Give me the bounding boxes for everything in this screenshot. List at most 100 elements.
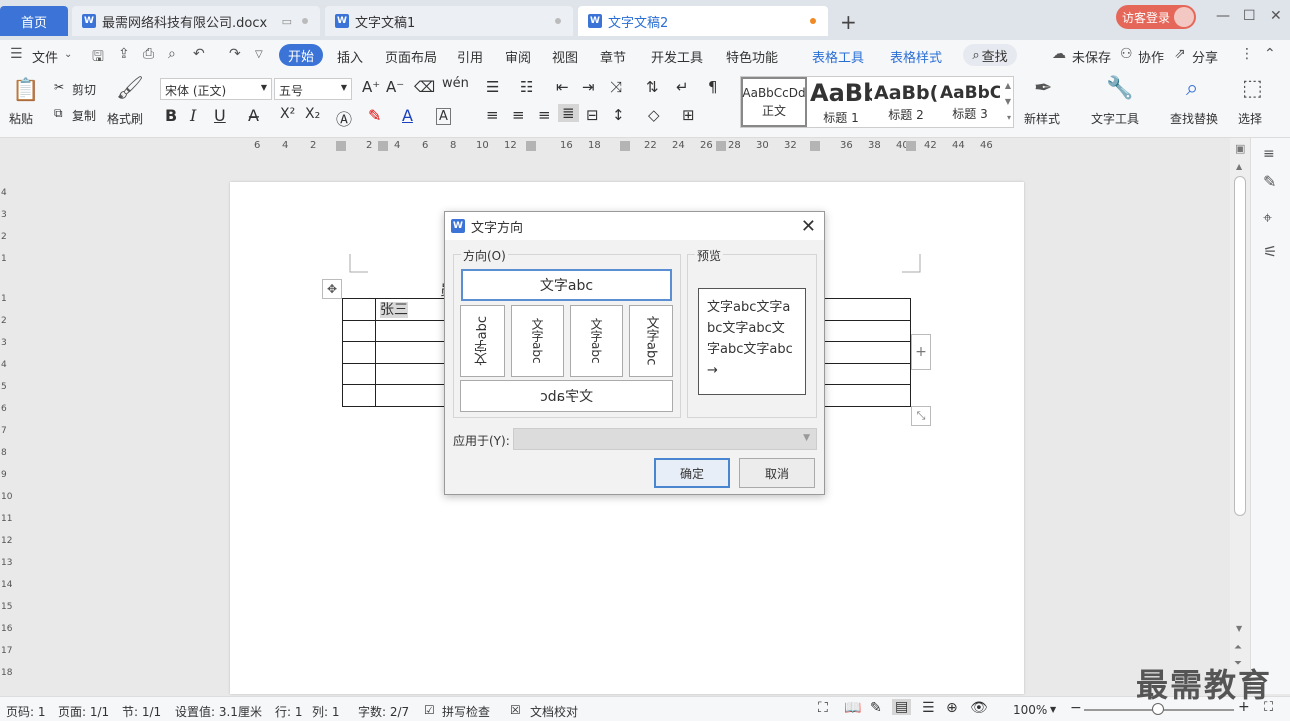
borders-icon[interactable]: ⊞ — [682, 106, 695, 124]
direction-option-rotate-down[interactable]: 文字abc — [629, 305, 673, 377]
ruler-column-marker[interactable] — [336, 141, 346, 151]
tab-home[interactable]: 首页 — [0, 6, 68, 36]
menu-table-style[interactable]: 表格样式 — [890, 47, 942, 66]
zoom-level[interactable]: 100% — [1013, 703, 1047, 717]
fullscreen-icon[interactable]: ⛶ — [818, 700, 828, 716]
table-cell[interactable] — [342, 341, 376, 364]
table-cell[interactable] — [342, 298, 376, 321]
line-spacing-icon[interactable]: ↕ — [612, 106, 625, 124]
style-scroll-up-icon[interactable]: ▲ — [1005, 81, 1011, 90]
direction-option-upside-down[interactable]: 文字abc — [460, 380, 673, 412]
status-words[interactable]: 字数: 2/7 — [358, 703, 409, 720]
status-setting[interactable]: 设置值: 3.1厘米 — [175, 703, 262, 720]
quick-access-dropdown-icon[interactable]: ▽ — [255, 49, 263, 60]
undo-icon[interactable]: ↶ — [193, 46, 205, 62]
new-style-icon[interactable]: ✒ — [1034, 76, 1052, 101]
print-preview-icon[interactable]: ⌕ — [168, 46, 176, 62]
style-normal[interactable]: AaBbCcDd 正文 — [741, 77, 807, 127]
clear-format-icon[interactable]: ⌫ — [414, 78, 435, 96]
status-pages[interactable]: 页面: 1/1 — [58, 703, 109, 720]
tab-doc-1[interactable]: W 最需网络科技有限公司.docx ▭ — [72, 6, 320, 36]
direction-option-vertical-ltr[interactable]: 文字abc — [511, 305, 564, 377]
strikethrough-icon[interactable]: A̶ — [248, 106, 259, 125]
text-tools-button[interactable]: 文字工具 — [1091, 110, 1139, 127]
menu-developer[interactable]: 开发工具 — [651, 47, 703, 66]
decrease-indent-icon[interactable]: ⇤ — [556, 78, 569, 96]
bold-icon[interactable]: B — [165, 106, 177, 125]
text-direction-icon[interactable]: ⤨ — [610, 78, 622, 96]
status-section[interactable]: 节: 1/1 — [122, 703, 161, 720]
style-heading-3[interactable]: AaBbC 标题 3 — [939, 77, 1001, 127]
more-icon[interactable]: ⋮ — [1240, 46, 1254, 62]
menu-insert[interactable]: 插入 — [337, 47, 363, 66]
unsaved-status[interactable]: 未保存 — [1072, 47, 1111, 66]
page-view-icon[interactable]: ▤ — [892, 699, 912, 715]
edit-mode-icon[interactable]: ✎ — [870, 700, 882, 716]
pen-icon[interactable]: ✎ — [1263, 172, 1276, 191]
menu-view[interactable]: 视图 — [552, 47, 578, 66]
font-name-select[interactable]: 宋体 (正文) ▼ — [160, 78, 272, 100]
format-painter-icon[interactable]: 🖌 — [116, 76, 144, 101]
highlight-color-icon[interactable]: ✎ — [368, 106, 381, 125]
proof-button[interactable]: 文档校对 — [530, 703, 578, 720]
style-heading-2[interactable]: AaBb( 标题 2 — [873, 77, 939, 127]
style-more-icon[interactable]: ▾ — [1007, 113, 1011, 122]
scroll-down-icon[interactable]: ▼ — [1236, 624, 1242, 633]
collapse-ribbon-icon[interactable]: ⌃ — [1264, 46, 1276, 62]
cursor-icon[interactable]: ⌖ — [1263, 208, 1272, 228]
subscript-icon[interactable]: X₂ — [305, 106, 320, 122]
collab-button[interactable]: 协作 — [1138, 47, 1164, 66]
table-cell[interactable] — [342, 362, 376, 386]
format-painter-button[interactable]: 格式刷 — [107, 110, 143, 127]
hamburger-icon[interactable]: ☰ — [10, 46, 23, 62]
select-button[interactable]: 选择 — [1238, 110, 1262, 127]
line-break-icon[interactable]: ↵ — [676, 78, 689, 96]
status-page-code[interactable]: 页码: 1 — [6, 703, 46, 720]
apply-to-select[interactable]: ▼ — [513, 428, 817, 450]
menu-start[interactable]: 开始 — [279, 44, 323, 66]
table-cell[interactable] — [342, 319, 376, 343]
italic-icon[interactable]: I — [190, 106, 196, 125]
copy-button[interactable]: 复制 — [72, 107, 96, 124]
paste-icon[interactable]: 📋 — [12, 78, 39, 103]
increase-indent-icon[interactable]: ⇥ — [582, 78, 595, 96]
wrench-icon[interactable]: 🔧 — [1106, 76, 1133, 101]
zoom-dropdown-icon[interactable]: ▼ — [1050, 705, 1056, 714]
justify-icon[interactable]: ≣ — [558, 104, 579, 122]
export-icon[interactable]: ⇪ — [118, 46, 130, 62]
menu-chapter[interactable]: 章节 — [600, 47, 626, 66]
phonetic-guide-icon[interactable]: wén — [442, 76, 469, 91]
shrink-font-icon[interactable]: A⁻ — [386, 78, 404, 96]
numbered-list-icon[interactable]: ☷ — [520, 78, 533, 96]
direction-option-vertical-rtl[interactable]: 文字abc — [570, 305, 623, 377]
save-icon[interactable]: 🖫 — [92, 46, 104, 70]
vertical-scrollbar[interactable]: ▣ ▲ ▼ ⏶ ⏷ — [1230, 138, 1250, 694]
ruler-column-marker[interactable] — [620, 141, 630, 151]
scrollbar-thumb[interactable] — [1234, 176, 1246, 516]
ruler-column-marker[interactable] — [906, 141, 916, 151]
scroll-top-icon[interactable]: ▣ — [1235, 142, 1245, 155]
direction-option-horizontal[interactable]: 文字abc — [461, 269, 672, 301]
close-icon[interactable]: ✕ — [801, 216, 816, 237]
tab-doc-3[interactable]: W 文字文稿2 — [578, 6, 828, 36]
ok-button[interactable]: 确定 — [654, 458, 730, 488]
dialog-title-bar[interactable]: W 文字方向 ✕ — [445, 212, 824, 240]
maximize-icon[interactable]: ☐ — [1243, 8, 1256, 24]
show-marks-icon[interactable]: ¶ — [708, 78, 718, 96]
direction-option-rotate-up[interactable]: 文字abc — [460, 305, 505, 377]
align-right-icon[interactable]: ≡ — [538, 106, 551, 124]
sort-icon[interactable]: ⇅ — [646, 78, 659, 96]
ruler-column-marker[interactable] — [526, 141, 536, 151]
vertical-ruler[interactable]: 4 3 2 1 1 2 3 4 5 6 7 8 9 10 11 12 13 14… — [0, 154, 12, 694]
scroll-up-icon[interactable]: ▲ — [1236, 162, 1242, 171]
new-tab-icon[interactable]: + — [840, 10, 857, 34]
align-center-icon[interactable]: ≡ — [512, 106, 525, 124]
add-column-icon[interactable]: + — [911, 334, 931, 370]
eye-care-icon[interactable]: 👁 — [970, 700, 988, 716]
text-effect-icon[interactable]: Ⓐ — [336, 106, 352, 130]
underline-icon[interactable]: U — [214, 106, 226, 125]
sliders-icon[interactable]: ⚟ — [1263, 242, 1277, 261]
bullet-list-icon[interactable]: ☰ — [486, 78, 499, 96]
ruler-column-marker[interactable] — [810, 141, 820, 151]
menu-special[interactable]: 特色功能 — [726, 47, 778, 66]
